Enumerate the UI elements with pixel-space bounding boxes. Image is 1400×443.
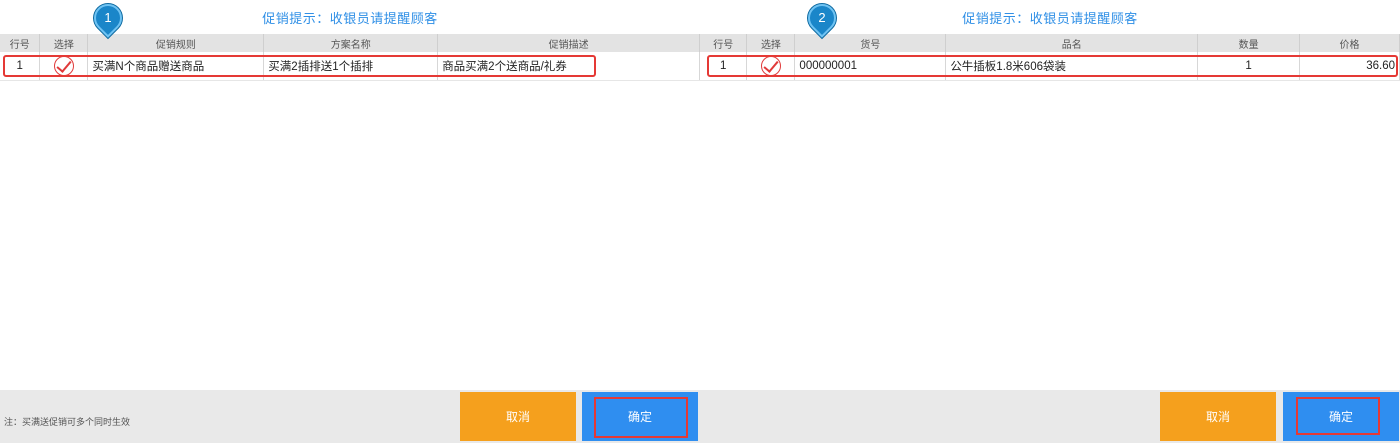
col-product-name[interactable]: 品名 [945, 34, 1199, 52]
col-description[interactable]: 促销描述 [437, 34, 700, 52]
col-select[interactable]: 选择 [39, 34, 89, 52]
cell-line-no: 1 [0, 52, 41, 81]
col-line-no[interactable]: 行号 [700, 34, 748, 52]
cell-price: 36.60 [1299, 52, 1400, 81]
col-price[interactable]: 价格 [1299, 34, 1400, 52]
col-quantity[interactable]: 数量 [1197, 34, 1301, 52]
checkmark-circle-icon[interactable] [760, 55, 781, 76]
cell-quantity: 1 [1197, 52, 1301, 81]
cell-product-name: 公牛插板1.8米606袋装 [945, 52, 1199, 81]
promotion-title-left: 促销提示：收银员请提醒顾客 [262, 11, 438, 26]
footer-note: 注：买满送促销可多个同时生效 [4, 417, 131, 427]
cancel-button-right[interactable]: 取消 [1160, 392, 1276, 441]
cell-sku: 000000001 [794, 52, 947, 81]
cell-line-no: 1 [700, 52, 748, 81]
table-header: 行号 选择 促销规则 方案名称 促销描述 [0, 34, 700, 52]
promotion-goods-table: 行号 选择 货号 品名 数量 价格 1 000000001 公牛插板1.8米60… [700, 34, 1400, 81]
confirm-button-left[interactable]: 确定 [582, 392, 698, 441]
confirm-button-right[interactable]: 确定 [1283, 392, 1399, 441]
cell-select[interactable] [746, 52, 796, 81]
table-row[interactable]: 1 买满N个商品赠送商品 买满2插排送1个插排 商品买满2个送商品/礼券 [0, 52, 700, 81]
footer-bar: 注：买满送促销可多个同时生效 取消 确定 取消 确定 [0, 390, 1400, 443]
promotion-panel-right: 促销提示：收银员请提醒顾客 行号 选择 货号 品名 数量 价格 1 000000… [700, 0, 1400, 390]
promotion-rules-table: 行号 选择 促销规则 方案名称 促销描述 1 买满N个商品赠送商品 买满2插排送… [0, 34, 700, 81]
cell-description: 商品买满2个送商品/礼券 [437, 52, 700, 81]
col-plan-name[interactable]: 方案名称 [263, 34, 439, 52]
checkmark-circle-icon[interactable] [53, 55, 74, 76]
cell-rule: 买满N个商品赠送商品 [87, 52, 265, 81]
col-rule[interactable]: 促销规则 [87, 34, 265, 52]
promotion-panel-left: 促销提示：收银员请提醒顾客 行号 选择 促销规则 方案名称 促销描述 1 买满N… [0, 0, 700, 390]
promotion-title-right: 促销提示：收银员请提醒顾客 [962, 11, 1138, 26]
cancel-button-left[interactable]: 取消 [460, 392, 576, 441]
cell-plan-name: 买满2插排送1个插排 [263, 52, 439, 81]
col-select[interactable]: 选择 [746, 34, 796, 52]
cell-select[interactable] [39, 52, 89, 81]
col-line-no[interactable]: 行号 [0, 34, 41, 52]
table-row[interactable]: 1 000000001 公牛插板1.8米606袋装 1 36.60 [700, 52, 1400, 81]
table-header: 行号 选择 货号 品名 数量 价格 [700, 34, 1400, 52]
col-sku[interactable]: 货号 [794, 34, 947, 52]
